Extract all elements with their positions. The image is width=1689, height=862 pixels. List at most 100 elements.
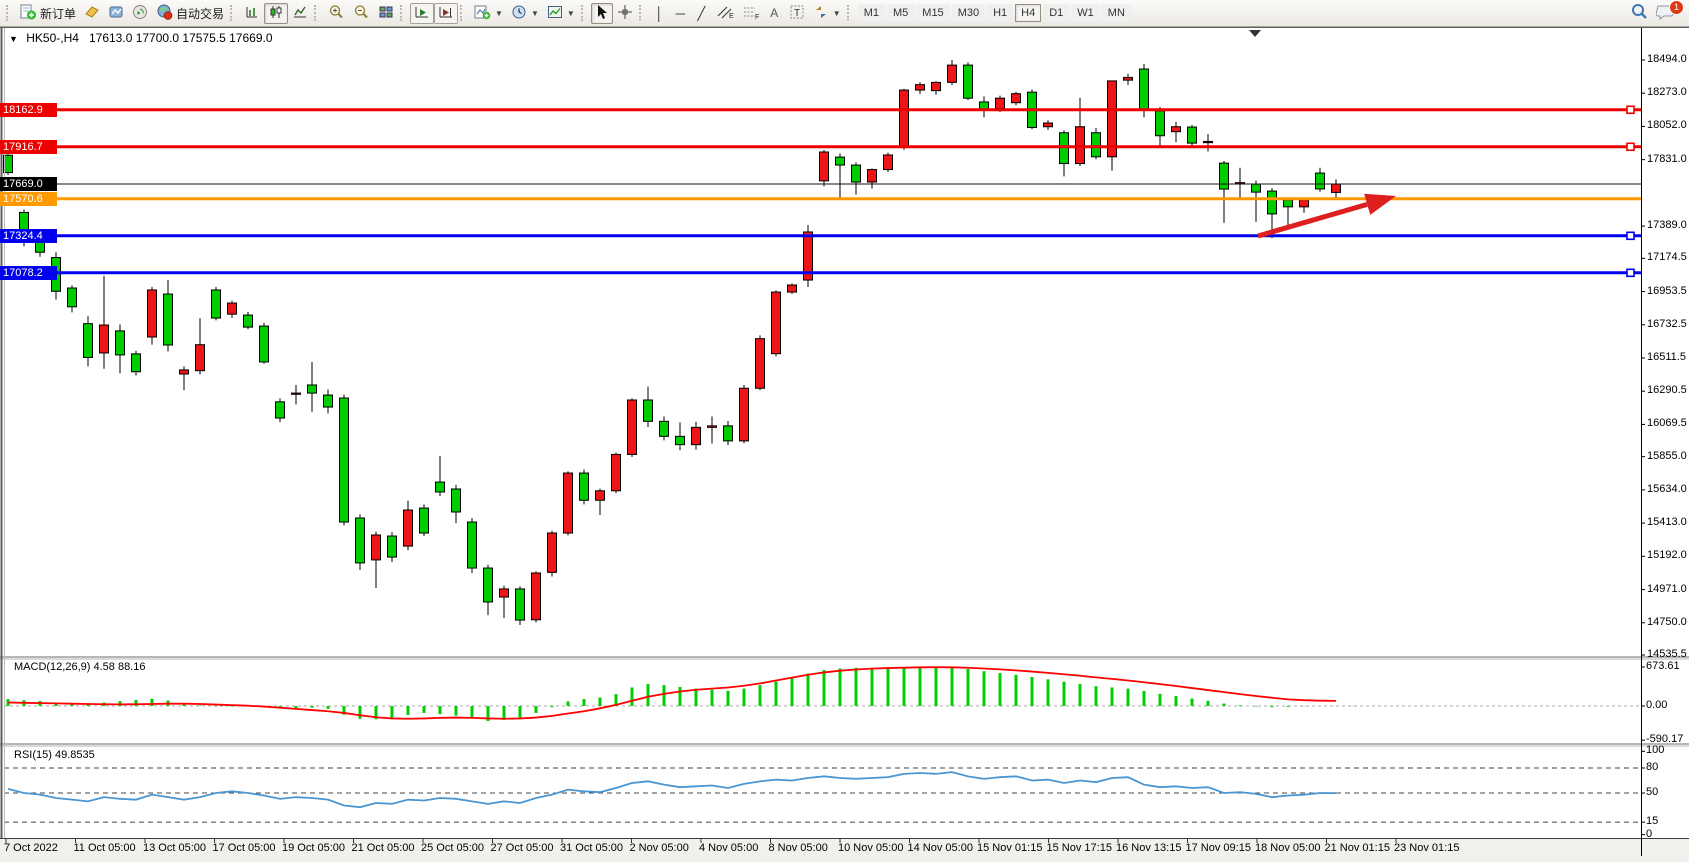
- clock-icon: [511, 4, 527, 23]
- auto-trading-label: 自动交易: [176, 5, 224, 22]
- time-axis-label: 19 Oct 05:00: [282, 842, 345, 854]
- time-axis-label: 15 Nov 17:15: [1047, 842, 1112, 854]
- auto-scroll-button[interactable]: [410, 3, 434, 24]
- price-tick-label: 18052.0: [1647, 119, 1687, 131]
- vertical-line-icon: │: [655, 7, 663, 20]
- price-tick-label: 14971.0: [1647, 583, 1687, 595]
- zoom-out-icon: [353, 4, 370, 23]
- rsi-label: RSI(15) 49.8535: [14, 749, 95, 761]
- rsi-value: 49.8535: [55, 749, 95, 761]
- timeframe-m15[interactable]: M15: [916, 4, 949, 22]
- timeframe-h4[interactable]: H4: [1015, 4, 1041, 22]
- time-axis-label: 17 Oct 05:00: [213, 842, 276, 854]
- trendline-button[interactable]: ╱: [691, 3, 712, 24]
- auto-scroll-icon: [414, 4, 430, 23]
- candlestick-chart-button[interactable]: [264, 3, 288, 24]
- new-chart-icon: [474, 4, 491, 23]
- search-button[interactable]: [1626, 3, 1652, 24]
- new-chart-button[interactable]: ▼: [470, 3, 507, 24]
- price-tick-label: 18494.0: [1647, 53, 1687, 65]
- tile-windows-icon: [378, 4, 394, 23]
- new-order-label: 新订单: [40, 5, 76, 22]
- price-line-tag: 17324.4: [0, 229, 57, 243]
- cursor-button[interactable]: [591, 3, 613, 24]
- zoom-in-button[interactable]: [324, 3, 349, 24]
- mt4-window: 新订单 自动交易: [0, 0, 1689, 862]
- timeframe-w1[interactable]: W1: [1071, 4, 1100, 22]
- chart-shift-icon: [438, 4, 454, 23]
- price-tick-label: 15634.0: [1647, 483, 1687, 495]
- symbol-timeframe: HK50-,H4: [26, 31, 79, 45]
- text-label-button[interactable]: T: [785, 3, 809, 24]
- horizontal-line-button[interactable]: ─: [670, 3, 691, 24]
- bar-chart-button[interactable]: [240, 3, 264, 24]
- tile-windows-button[interactable]: [374, 3, 398, 24]
- time-axis-label: 17 Nov 09:15: [1186, 842, 1251, 854]
- chart-shift-button[interactable]: [434, 3, 458, 24]
- time-axis-label: 2 Nov 05:00: [630, 842, 689, 854]
- metaeditor-button[interactable]: [104, 3, 128, 24]
- price-tick-label: 17831.0: [1647, 153, 1687, 165]
- new-order-button[interactable]: 新订单: [16, 3, 80, 24]
- time-axis-label: 16 Nov 13:15: [1116, 842, 1181, 854]
- rsi-axis-label: 100: [1646, 744, 1664, 756]
- collapse-triangle-icon: ▼: [9, 34, 18, 44]
- auto-trading-button[interactable]: 自动交易: [152, 3, 228, 24]
- time-axis-label: 11 Oct 05:00: [74, 842, 136, 854]
- rsi-axis-label: 50: [1646, 786, 1658, 798]
- vertical-line-button[interactable]: │: [649, 3, 670, 24]
- gold-tool-button[interactable]: [80, 3, 104, 24]
- auto-trading-icon: [156, 4, 173, 23]
- arrows-button[interactable]: ▼: [809, 3, 845, 24]
- price-tick-label: 17174.5: [1647, 251, 1687, 263]
- timeframe-m1[interactable]: M1: [858, 4, 885, 22]
- time-axis-label: 21 Nov 01:15: [1325, 842, 1390, 854]
- time-axis-label: 15 Nov 01:15: [977, 842, 1042, 854]
- metaeditor-icon: [108, 4, 124, 23]
- ohlc-readout: 17613.0 17700.0 17575.5 17669.0: [89, 31, 273, 45]
- price-tick-label: 14535.5: [1647, 648, 1687, 660]
- price-tick-label: 16069.5: [1647, 417, 1687, 429]
- rsi-axis-label: 15: [1646, 815, 1658, 827]
- signal-button[interactable]: [128, 3, 152, 24]
- text-label-icon: T: [789, 4, 805, 23]
- toolbar-grip: [639, 5, 645, 21]
- price-tick-label: 17389.0: [1647, 219, 1687, 231]
- time-axis-label: 27 Oct 05:00: [491, 842, 554, 854]
- equidistant-channel-button[interactable]: E: [712, 3, 738, 24]
- timeframe-m30[interactable]: M30: [952, 4, 985, 22]
- svg-text:F: F: [755, 14, 759, 20]
- time-axis-label: 10 Nov 05:00: [838, 842, 903, 854]
- timeframe-h1[interactable]: H1: [987, 4, 1013, 22]
- indicators-button[interactable]: ▼: [543, 3, 579, 24]
- price-tick-label: 16953.5: [1647, 285, 1687, 297]
- crosshair-button[interactable]: [613, 3, 637, 24]
- rsi-axis-label: 0: [1646, 828, 1652, 840]
- arrows-icon: [813, 4, 829, 23]
- time-axis-label: 13 Oct 05:00: [143, 842, 206, 854]
- price-tick-label: 16290.5: [1647, 384, 1687, 396]
- toolbar-grip: [460, 5, 466, 21]
- text-button[interactable]: A: [764, 3, 785, 24]
- macd-values: 4.58 88.16: [93, 661, 145, 673]
- periods-button[interactable]: ▼: [507, 3, 543, 24]
- price-line-tag: 18162.9: [0, 103, 57, 117]
- time-axis-label: 23 Nov 01:15: [1394, 842, 1459, 854]
- line-chart-button[interactable]: [288, 3, 312, 24]
- price-line-tag: 17669.0: [0, 177, 57, 191]
- timeframe-d1[interactable]: D1: [1043, 4, 1069, 22]
- timeframe-group: M1M5M15M30H1H4D1W1MN: [857, 4, 1132, 22]
- price-line-tag: 17570.6: [0, 192, 57, 206]
- time-axis-label: 21 Oct 05:00: [352, 842, 415, 854]
- fibonacci-button[interactable]: F: [738, 3, 764, 24]
- timeframe-m5[interactable]: M5: [887, 4, 914, 22]
- notifications-button[interactable]: 1: [1652, 3, 1679, 24]
- zoom-out-button[interactable]: [349, 3, 374, 24]
- dropdown-arrow-icon: ▼: [833, 9, 841, 18]
- time-axis-label: 14 Nov 05:00: [908, 842, 973, 854]
- toolbar-grip: [6, 5, 12, 21]
- chart-canvas[interactable]: [0, 0, 1689, 862]
- time-axis-label: 25 Oct 05:00: [421, 842, 484, 854]
- toolbar-grip: [400, 5, 406, 21]
- timeframe-mn[interactable]: MN: [1102, 4, 1131, 22]
